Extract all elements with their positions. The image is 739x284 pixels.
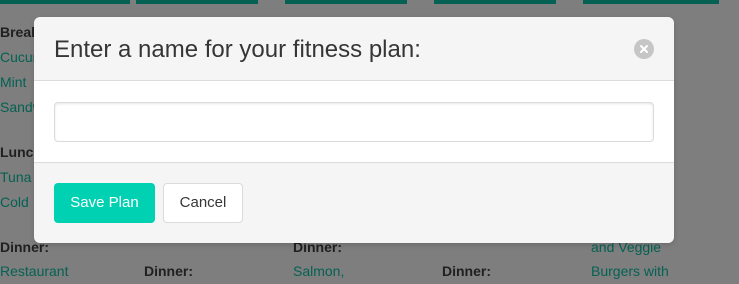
app-window: Break Cucum Mint Sandw Lunch Tuna Cold D…: [0, 0, 739, 284]
dialog-body: [34, 81, 674, 162]
close-icon: [640, 45, 648, 53]
close-button[interactable]: [634, 39, 654, 59]
plan-name-dialog: Enter a name for your fitness plan: Save…: [34, 17, 674, 243]
save-plan-button[interactable]: Save Plan: [54, 183, 155, 223]
cancel-button[interactable]: Cancel: [163, 183, 243, 223]
dialog-footer: Save Plan Cancel: [34, 162, 674, 243]
dialog-title: Enter a name for your fitness plan:: [54, 36, 421, 63]
dialog-header: Enter a name for your fitness plan:: [34, 17, 674, 81]
plan-name-input[interactable]: [54, 102, 654, 142]
